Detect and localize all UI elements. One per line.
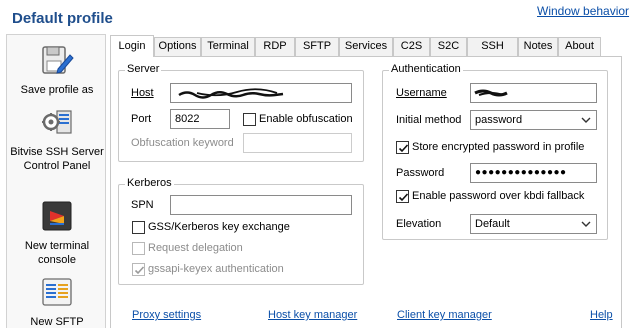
- port-input[interactable]: 8022: [170, 109, 230, 129]
- store-password-label: Store encrypted password in profile: [412, 141, 585, 153]
- help-link[interactable]: Help: [590, 309, 613, 321]
- tab-ssh[interactable]: SSH: [467, 37, 518, 56]
- host-label: Host: [131, 87, 154, 99]
- password-input[interactable]: ●●●●●●●●●●●●●●: [470, 163, 597, 183]
- request-delegation-label: Request delegation: [148, 242, 243, 254]
- initial-method-label: Initial method: [396, 114, 462, 126]
- client-key-manager-link[interactable]: Client key manager: [397, 309, 492, 321]
- tab-sftp[interactable]: SFTP: [295, 37, 339, 56]
- tab-login[interactable]: Login: [110, 35, 154, 57]
- request-delegation-checkbox: [132, 242, 145, 255]
- redacted-host-scribble: [178, 88, 284, 99]
- tab-notes[interactable]: Notes: [518, 37, 558, 56]
- store-password-checkbox[interactable]: [396, 141, 409, 154]
- elevation-select[interactable]: Default: [470, 214, 597, 234]
- gssapi-keyex-label: gssapi-keyex authentication: [148, 263, 284, 275]
- sidebar-item-server-control-panel[interactable]: Bitvise SSH Server Control Panel: [7, 105, 107, 173]
- profile-title: Default profile: [12, 10, 113, 27]
- sftp-window-icon: [40, 275, 74, 309]
- window-behavior-link[interactable]: Window behavior: [537, 4, 629, 18]
- tab-c2s[interactable]: C2S: [393, 37, 430, 56]
- enable-obfuscation-label: Enable obfuscation: [259, 113, 353, 125]
- obfuscation-keyword-label: Obfuscation keyword: [131, 137, 234, 149]
- sidebar-item-terminal-console[interactable]: New terminal console: [7, 199, 107, 267]
- elevation-value: Default: [475, 218, 510, 230]
- username-label: Username: [396, 87, 447, 99]
- tab-s2c[interactable]: S2C: [430, 37, 467, 56]
- proxy-settings-link[interactable]: Proxy settings: [132, 309, 201, 321]
- host-key-manager-link[interactable]: Host key manager: [268, 309, 357, 321]
- checkmark-icon: [398, 144, 409, 153]
- elevation-label: Elevation: [396, 218, 442, 230]
- gss-kerberos-label: GSS/Kerberos key exchange: [148, 221, 290, 233]
- kerberos-group-label: Kerberos: [125, 177, 174, 189]
- username-input[interactable]: [470, 83, 597, 103]
- sidebar-item-label: New terminal console: [24, 240, 90, 266]
- port-label: Port: [131, 113, 152, 125]
- kbdi-fallback-checkbox[interactable]: [396, 190, 409, 203]
- enable-obfuscation-checkbox[interactable]: [243, 113, 256, 126]
- authentication-group-label: Authentication: [389, 63, 463, 75]
- checkmark-icon: [134, 266, 145, 275]
- initial-method-value: password: [475, 114, 523, 126]
- tab-about[interactable]: About: [558, 37, 601, 56]
- sidebar-item-new-sftp[interactable]: New SFTP: [7, 275, 107, 328]
- initial-method-select[interactable]: password: [470, 110, 597, 130]
- server-group-label: Server: [125, 63, 162, 75]
- checkmark-icon: [398, 193, 409, 202]
- host-input[interactable]: [170, 83, 352, 103]
- chevron-down-icon: [581, 221, 591, 227]
- tab-options[interactable]: Options: [154, 37, 201, 56]
- spn-label: SPN: [131, 199, 154, 211]
- redacted-username-scribble: [474, 89, 508, 97]
- gss-kerberos-checkbox[interactable]: [132, 221, 145, 234]
- save-profile-icon: [40, 43, 74, 77]
- sidebar: Save profile as Bitvise SSH Server Contr…: [6, 34, 106, 328]
- tab-rdp[interactable]: RDP: [255, 37, 295, 56]
- kbdi-fallback-label: Enable password over kbdi fallback: [412, 190, 585, 202]
- obfuscation-keyword-input: [243, 133, 352, 153]
- sidebar-item-label: New SFTP: [30, 316, 84, 328]
- password-label: Password: [396, 167, 445, 179]
- terminal-console-icon: [40, 199, 74, 233]
- server-control-panel-icon: [40, 105, 74, 139]
- sidebar-item-label: Bitvise SSH Server Control Panel: [10, 146, 104, 172]
- tab-services[interactable]: Services: [339, 37, 393, 56]
- chevron-down-icon: [581, 117, 591, 123]
- sidebar-item-label: Save profile as: [20, 84, 94, 96]
- gssapi-keyex-checkbox: [132, 263, 145, 276]
- tab-terminal[interactable]: Terminal: [201, 37, 255, 56]
- spn-input[interactable]: [170, 195, 352, 215]
- sidebar-item-save-profile[interactable]: Save profile as: [7, 43, 107, 97]
